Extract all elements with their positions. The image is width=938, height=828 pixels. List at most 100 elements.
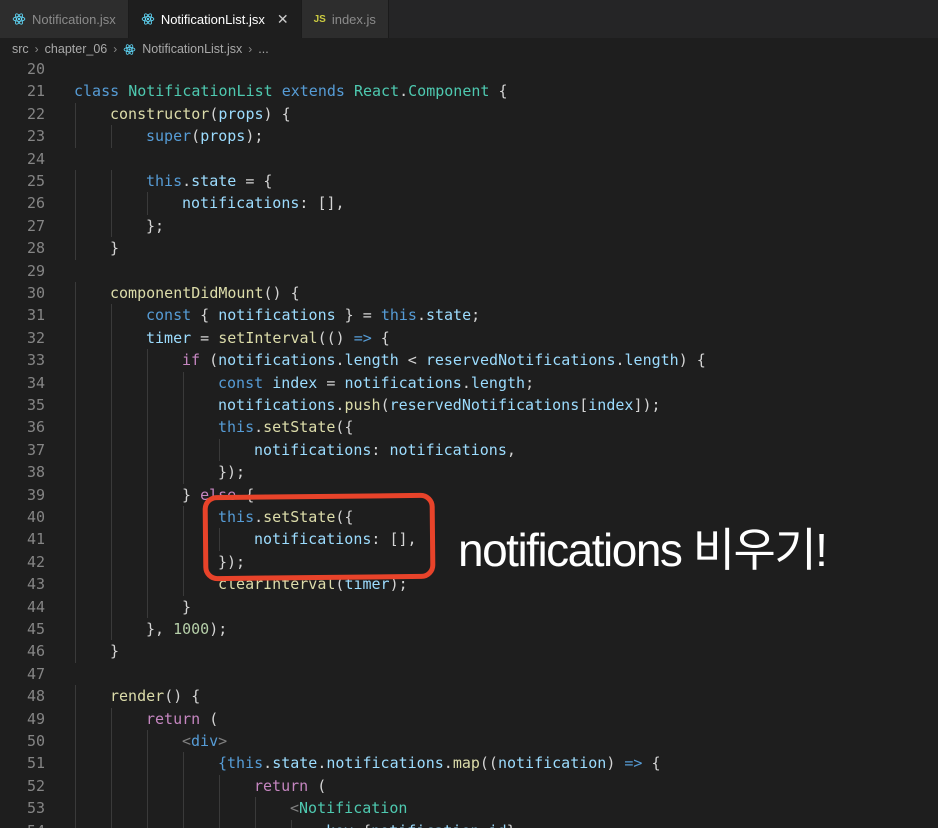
indent-guide [75, 573, 76, 596]
code-line[interactable]: 35 notifications.push(reservedNotificatio… [0, 394, 938, 417]
indent-guide [183, 819, 184, 828]
indent-guide [75, 371, 76, 394]
indent-guide [75, 192, 76, 215]
code-line[interactable]: 53 <Notification [0, 797, 938, 820]
indent-guide [147, 595, 148, 618]
code-line[interactable]: 28} [0, 237, 938, 260]
code-line[interactable]: 33 if (notifications.length < reservedNot… [0, 349, 938, 372]
tab-notificationlist-jsx[interactable]: NotificationList.jsx ✕ [128, 0, 302, 38]
indent-guide [111, 192, 112, 215]
annotation-caption: notifications 비우기! [458, 524, 828, 576]
code-line[interactable]: 38}); [0, 461, 938, 484]
indent-guide [183, 438, 184, 462]
indent-guide [147, 192, 148, 215]
indent-guide [75, 214, 76, 238]
code-line[interactable]: 44} [0, 595, 938, 618]
code-line[interactable]: 36 this.setState({ [0, 416, 938, 439]
indent-guide [147, 774, 148, 798]
code-line[interactable]: 39} else { [0, 483, 938, 506]
code-line[interactable]: 54 key={notification.id} [0, 819, 938, 828]
indent-guide [111, 774, 112, 798]
line-number: 51 [26, 754, 45, 773]
code-line[interactable]: 24 [0, 148, 938, 170]
code-text: <Notification [290, 799, 408, 818]
indent-guide [111, 797, 112, 820]
code-text: {this.state.notifications.map((notificat… [218, 754, 661, 773]
code-line[interactable]: 37 notifications: notifications, [0, 438, 938, 462]
code-line[interactable]: 29 [0, 260, 938, 282]
code-line[interactable]: 34 const index = notifications.length; [0, 371, 938, 394]
code-line[interactable]: 45}, 1000); [0, 618, 938, 641]
code-editor[interactable]: 20 21 class NotificationList extends React… [0, 58, 938, 828]
code-line[interactable]: 50 <div> [0, 730, 938, 753]
indent-guide [75, 461, 76, 484]
code-line[interactable]: 52 return ( [0, 774, 938, 798]
indent-guide [111, 506, 112, 529]
line-number: 43 [26, 575, 45, 594]
indent-guide [75, 774, 76, 798]
line-number: 21 [26, 82, 45, 101]
tab-index-js[interactable]: JS index.js [301, 0, 389, 38]
code-line[interactable]: 32 timer = setInterval(() => { [0, 326, 938, 350]
indent-guide [75, 438, 76, 462]
indent-guide [147, 730, 148, 753]
code-line[interactable]: 30 componentDidMount() { [0, 282, 938, 305]
indent-guide [183, 461, 184, 484]
indent-guide [183, 506, 184, 529]
close-icon[interactable]: ✕ [277, 11, 289, 28]
line-number: 32 [26, 328, 45, 347]
indent-guide [147, 573, 148, 596]
line-number: 39 [26, 485, 45, 504]
indent-guide [75, 304, 76, 327]
breadcrumb-item-src[interactable]: src [12, 42, 29, 56]
line-number: 47 [26, 664, 45, 683]
code-text: class NotificationList extends React.Com… [74, 82, 508, 101]
indent-guide [111, 125, 112, 148]
indent-guide [111, 618, 112, 641]
code-text: <div> [182, 732, 228, 750]
code-line[interactable]: 22 constructor(props) { [0, 102, 938, 126]
code-line[interactable]: 48 render() { [0, 685, 938, 708]
line-number: 42 [26, 552, 45, 571]
indent-guide [75, 618, 76, 641]
code-line[interactable]: 31 const { notifications } = this.state; [0, 304, 938, 327]
chevron-right-icon: › [248, 42, 253, 56]
indent-guide [111, 730, 112, 753]
line-number: 46 [26, 642, 45, 661]
tab-notification-jsx[interactable]: Notification.jsx [0, 0, 129, 38]
code-line[interactable]: 27}; [0, 214, 938, 238]
indent-guide [75, 528, 76, 551]
breadcrumb-item-file[interactable]: NotificationList.jsx [142, 42, 242, 56]
line-number: 31 [26, 306, 45, 325]
code-line[interactable]: 51 {this.state.notifications.map((notific… [0, 752, 938, 775]
indent-guide [75, 550, 76, 574]
indent-guide [147, 797, 148, 820]
code-text: } [110, 239, 120, 258]
line-number: 38 [26, 463, 45, 482]
indent-guide [75, 797, 76, 820]
code-text: } [182, 597, 192, 616]
indent-guide [147, 528, 148, 551]
line-number: 36 [26, 418, 45, 437]
code-line[interactable]: 47 [0, 663, 938, 685]
indent-guide [75, 416, 76, 439]
breadcrumb-item-folder[interactable]: chapter_06 [45, 42, 108, 56]
indent-guide [219, 438, 220, 462]
code-line[interactable]: 20 [0, 58, 938, 80]
indent-guide [147, 752, 148, 775]
code-line[interactable]: 21 class NotificationList extends React.C… [0, 80, 938, 102]
line-number: 29 [26, 261, 45, 280]
code-text: return ( [146, 709, 219, 728]
code-line[interactable]: 49 return ( [0, 707, 938, 730]
indent-guide [111, 819, 112, 828]
code-line[interactable]: 26 notifications: [], [0, 192, 938, 215]
line-number: 20 [26, 60, 45, 78]
breadcrumb-item-symbol[interactable]: ... [258, 42, 268, 56]
indent-guide [111, 461, 112, 484]
code-line[interactable]: 25 this.state = { [0, 170, 938, 193]
code-line[interactable]: 46} [0, 640, 938, 663]
indent-guide [75, 506, 76, 529]
indent-guide [147, 394, 148, 417]
line-number: 41 [26, 530, 45, 549]
code-line[interactable]: 23 super(props); [0, 125, 938, 148]
